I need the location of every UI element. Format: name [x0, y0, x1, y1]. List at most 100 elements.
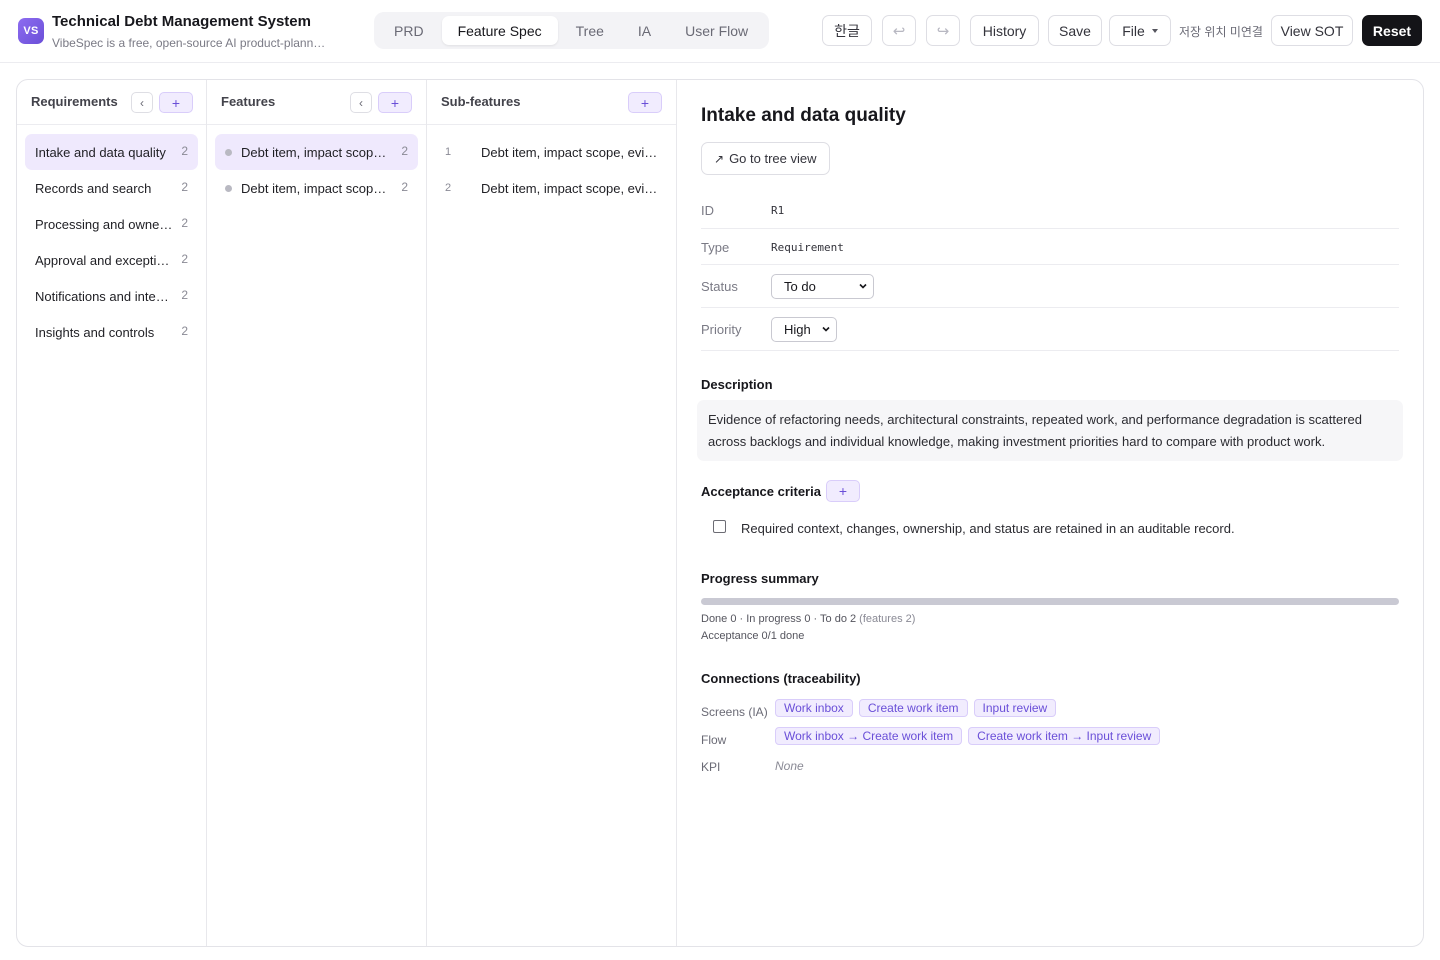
- kpi-value: None: [775, 759, 804, 773]
- progress-summary-title: Progress summary: [701, 571, 819, 586]
- view-sot-button[interactable]: View SOT: [1271, 15, 1353, 46]
- subfeature-number: 2: [445, 182, 452, 194]
- requirement-label: Notifications and integrations: [35, 288, 173, 304]
- feature-label: Debt item, impact scope, evidence: [241, 180, 391, 196]
- requirement-item[interactable]: Insights and controls 2: [25, 314, 198, 350]
- requirement-label: Approval and exceptions: [35, 252, 173, 268]
- requirement-item[interactable]: Records and search 2: [25, 170, 198, 206]
- history-button[interactable]: History: [970, 15, 1039, 46]
- feature-label: Debt item, impact scope, evidence: [241, 144, 391, 160]
- app-header: VS Technical Debt Management System Vibe…: [0, 0, 1440, 63]
- collapse-requirements-icon[interactable]: ‹: [131, 92, 153, 113]
- requirement-count: 2: [181, 324, 188, 338]
- add-acceptance-criterion-button[interactable]: +: [826, 480, 860, 502]
- status-select[interactable]: To do: [771, 274, 874, 299]
- add-subfeature-button[interactable]: +: [628, 92, 662, 113]
- feature-item[interactable]: Debt item, impact scope, evidence 2: [215, 170, 418, 206]
- property-row-type: Type Requirement: [701, 229, 1399, 265]
- status-dot-icon: [225, 184, 232, 192]
- add-feature-button[interactable]: +: [378, 92, 412, 113]
- reset-button[interactable]: Reset: [1362, 15, 1422, 46]
- progress-features-count: (features 2): [859, 613, 916, 625]
- requirement-label: Processing and ownership: [35, 216, 173, 232]
- chevron-down-icon: [1151, 29, 1158, 33]
- features-column: Features ‹ + Debt item, impact scope, ev…: [207, 80, 427, 946]
- requirements-title: Requirements: [31, 94, 118, 109]
- acceptance-progress: Acceptance 0/1 done: [701, 630, 805, 642]
- progress-counts: Done 0 · In progress 0 · To do 2 (featur…: [701, 613, 915, 625]
- subfeatures-column: Sub-features + 1 Debt item, impact scope…: [427, 80, 677, 946]
- status-select-value: To do: [784, 279, 816, 294]
- feature-item[interactable]: Debt item, impact scope, evidence 2: [215, 134, 418, 170]
- tab-tree[interactable]: Tree: [560, 16, 620, 45]
- features-title: Features: [221, 94, 276, 109]
- flow-chips: Work inbox → Create work item Create wor…: [775, 727, 1161, 745]
- description-title: Description: [701, 377, 773, 392]
- subfeature-item[interactable]: 1 Debt item, impact scope, evidence inta…: [435, 134, 668, 170]
- requirement-item[interactable]: Processing and ownership 2: [25, 206, 198, 242]
- status-label: Status: [701, 279, 738, 294]
- flow-chip[interactable]: Work inbox → Create work item: [775, 727, 963, 745]
- requirement-count: 2: [181, 144, 188, 158]
- collapse-features-icon[interactable]: ‹: [350, 92, 372, 113]
- acceptance-criterion-text: Required context, changes, ownership, an…: [741, 521, 1235, 536]
- subfeatures-title: Sub-features: [441, 94, 521, 109]
- requirement-item[interactable]: Intake and data quality 2: [25, 134, 198, 170]
- redo-icon[interactable]: ↪: [926, 15, 960, 46]
- undo-icon[interactable]: ↩: [882, 15, 916, 46]
- screens-chips: Work inbox Create work item Input review: [775, 699, 1057, 717]
- requirement-label: Intake and data quality: [35, 144, 166, 160]
- screen-chip[interactable]: Create work item: [858, 699, 968, 717]
- requirements-list: Intake and data quality 2 Records and se…: [17, 134, 206, 350]
- requirement-count: 2: [181, 288, 188, 302]
- priority-select-value: High: [784, 322, 811, 337]
- subfeatures-list: 1 Debt item, impact scope, evidence inta…: [427, 134, 676, 206]
- screen-chip[interactable]: Work inbox: [775, 699, 853, 717]
- id-label: ID: [701, 203, 714, 218]
- add-requirement-button[interactable]: +: [159, 92, 193, 113]
- features-header: Features ‹ +: [207, 80, 426, 125]
- priority-label: Priority: [701, 322, 742, 337]
- description-text: Evidence of refactoring needs, architect…: [697, 400, 1403, 461]
- screen-chip[interactable]: Input review: [973, 699, 1057, 717]
- property-row-priority: Priority High: [701, 308, 1399, 351]
- arrow-up-right-icon: ↗: [714, 151, 725, 166]
- tab-prd[interactable]: PRD: [378, 16, 440, 45]
- go-to-tree-view-button[interactable]: ↗ Go to tree view: [701, 142, 830, 175]
- app-title: Technical Debt Management System: [52, 13, 311, 30]
- flow-label: Flow: [701, 733, 727, 747]
- file-menu-button[interactable]: File: [1109, 15, 1171, 46]
- property-row-id: ID R1: [701, 191, 1399, 229]
- requirement-item[interactable]: Notifications and integrations 2: [25, 278, 198, 314]
- flow-chip[interactable]: Create work item → Input review: [968, 727, 1161, 745]
- requirement-label: Insights and controls: [35, 324, 155, 340]
- subfeature-label: Debt item, impact scope, evidence review: [481, 180, 658, 196]
- acceptance-criteria-title: Acceptance criteria: [701, 484, 821, 499]
- screens-label: Screens (IA): [701, 705, 768, 719]
- detail-panel: Intake and data quality ↗ Go to tree vie…: [677, 80, 1423, 946]
- property-row-status: Status To do: [701, 265, 1399, 308]
- connections-title: Connections (traceability): [701, 671, 861, 686]
- status-dot-icon: [225, 148, 232, 156]
- chevron-down-icon: [822, 326, 830, 332]
- view-tabs: PRD Feature Spec Tree IA User Flow: [374, 12, 769, 49]
- language-toggle-button[interactable]: 한글: [822, 15, 872, 46]
- requirement-count: 2: [181, 180, 188, 194]
- features-list: Debt item, impact scope, evidence 2 Debt…: [207, 134, 426, 206]
- acceptance-criterion-checkbox[interactable]: [713, 520, 726, 533]
- tab-ia[interactable]: IA: [622, 16, 667, 45]
- app-subtitle: VibeSpec is a free, open-source AI produ…: [52, 36, 327, 50]
- chevron-down-icon: [859, 283, 867, 289]
- properties-table: ID R1 Type Requirement Status To do Prio…: [701, 191, 1399, 351]
- subfeature-item[interactable]: 2 Debt item, impact scope, evidence revi…: [435, 170, 668, 206]
- feature-count: 2: [401, 144, 408, 158]
- priority-select[interactable]: High: [771, 317, 837, 342]
- tab-user-flow[interactable]: User Flow: [669, 16, 764, 45]
- save-button[interactable]: Save: [1048, 15, 1102, 46]
- requirement-item[interactable]: Approval and exceptions 2: [25, 242, 198, 278]
- detail-title: Intake and data quality: [701, 105, 906, 126]
- app-logo: VS: [18, 18, 44, 44]
- requirement-count: 2: [181, 252, 188, 266]
- tab-feature-spec[interactable]: Feature Spec: [441, 16, 558, 45]
- requirements-column: Requirements ‹ + Intake and data quality…: [17, 80, 207, 946]
